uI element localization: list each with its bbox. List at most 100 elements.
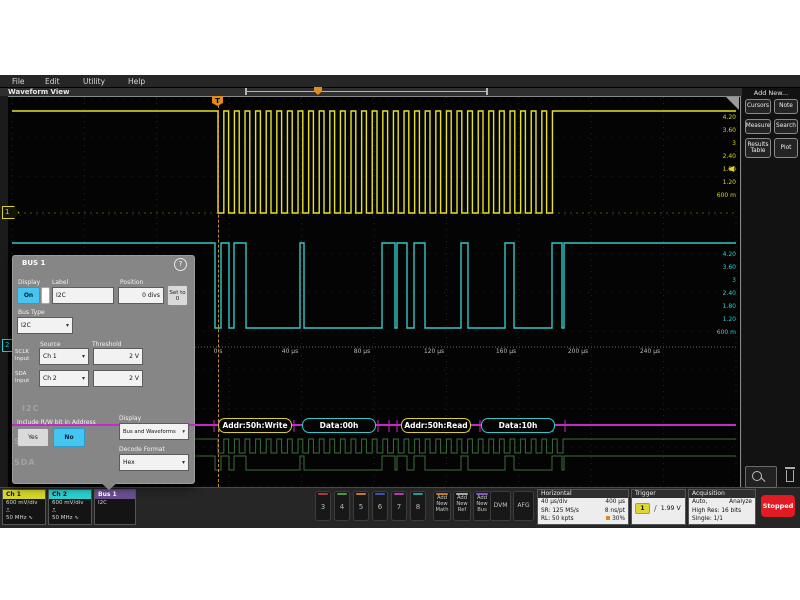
record-length: RL: 50 kpts — [541, 515, 574, 524]
slope-icon: ∕ — [654, 504, 657, 513]
menu-edit[interactable]: Edit — [45, 77, 60, 86]
ch1-badge[interactable]: Ch 1 600 mV/div ⎍ 50 MHz ∿ — [2, 489, 46, 525]
rw-no-button[interactable]: No — [53, 428, 85, 447]
dvm-button[interactable]: DVM — [490, 491, 511, 521]
time-label: 0 s — [200, 348, 236, 355]
add-new-title: Add New... — [742, 89, 800, 97]
display-toggle-knob[interactable] — [41, 287, 50, 304]
trigger-title: Trigger — [632, 490, 685, 498]
sda-input-label: SDA Input — [15, 371, 37, 385]
sclk-source-dropdown[interactable]: Ch 1 ▾ — [39, 348, 89, 365]
cursors-button[interactable]: Cursors — [745, 99, 771, 114]
note-button[interactable]: Note — [774, 99, 798, 114]
ch1-scale-value: 2.40 — [710, 153, 736, 160]
help-icon[interactable]: ? — [174, 258, 187, 271]
trigger-source-badge: 1 — [635, 503, 650, 514]
sda-source-dropdown[interactable]: Ch 2 ▾ — [39, 370, 89, 387]
set-to-zero-button[interactable]: Set to 0 — [167, 285, 188, 306]
ch2-scale-value: 4.20 — [710, 251, 736, 258]
trash-button[interactable] — [783, 466, 797, 486]
trigger-level: 1.99 V — [661, 505, 681, 512]
minimap-right-bracket[interactable] — [486, 88, 488, 95]
bus-label-input[interactable]: I2C — [52, 287, 114, 304]
ch5-button[interactable]: 5 — [353, 491, 369, 521]
horizontal-title: Horizontal — [538, 490, 628, 498]
plot-button[interactable]: Plot — [774, 138, 798, 158]
add-new-ref-button[interactable]: Add New Ref — [453, 491, 471, 521]
acq-single: Single: 1/1 — [692, 515, 723, 524]
ch8-button[interactable]: 8 — [410, 491, 426, 521]
add-new-math-button[interactable]: Add New Math — [433, 491, 451, 521]
ch1-bandwidth: 50 MHz — [6, 515, 27, 521]
measure-button[interactable]: Measure — [745, 119, 771, 134]
horizontal-panel[interactable]: Horizontal 40 µs/div400 µs SR: 125 MS/s8… — [537, 489, 629, 525]
minimap-left-bracket[interactable] — [245, 88, 247, 95]
ch2-scale-value: 600 m — [710, 329, 736, 336]
trash-lid-icon — [785, 467, 795, 469]
sclk-source-value: Ch 1 — [43, 353, 57, 360]
run-stop-button[interactable]: Stopped — [761, 495, 795, 517]
coupling-icon: ⎍ — [52, 508, 88, 516]
zoom-select-button[interactable] — [745, 466, 777, 488]
ch2-badge-title: Ch 2 — [49, 490, 91, 499]
ch6-button[interactable]: 6 — [372, 491, 388, 521]
bus1-badge[interactable]: Bus 1 I2C — [94, 489, 136, 525]
display-mode-dropdown[interactable]: Bus and Waveforms ▾ — [119, 423, 189, 440]
sda-ghost-label: SDA — [14, 458, 36, 467]
menu-utility[interactable]: Utility — [83, 77, 105, 86]
ch4-button[interactable]: 4 — [334, 491, 350, 521]
display-mode-label: Display — [119, 415, 141, 422]
sclk-threshold-input[interactable]: 2 V — [93, 348, 143, 365]
decode-format-value: Hex — [123, 459, 135, 466]
ch1-badge-title: Ch 1 — [3, 490, 45, 499]
ch3-button[interactable]: 3 — [315, 491, 331, 521]
dialog-title: BUS 1 — [22, 259, 45, 267]
ch7-button[interactable]: 7 — [391, 491, 407, 521]
record-length-pct: 30% — [612, 516, 625, 522]
bus-decode-data-10[interactable]: Data:10h — [481, 418, 555, 433]
display-mode-value: Bus and Waveforms — [123, 429, 176, 435]
ch1-scale-value: 3 — [710, 140, 736, 147]
trigger-level-arrow-icon[interactable]: ◀ — [728, 164, 734, 173]
sclk-ghost-label: SCLK — [14, 437, 41, 446]
bus-decode-address-read[interactable]: Addr:50h:Read — [401, 418, 471, 433]
position-input[interactable]: 0 divs — [118, 287, 164, 304]
search-button[interactable]: Search — [774, 119, 798, 134]
add-new-bus-button[interactable]: Add New Bus — [473, 491, 491, 521]
source-header: Source — [40, 341, 61, 348]
bus1-type: I2C — [98, 500, 132, 508]
acq-highres: High Res: 16 bits — [692, 507, 741, 516]
sample-rate: SR: 125 MS/s — [541, 507, 579, 516]
sclk-input-label: SCLK Input — [15, 349, 37, 363]
ch1-scale: 600 mV/div — [6, 500, 42, 508]
minimap-track[interactable] — [246, 91, 487, 92]
ch2-scale-value: 3 — [710, 277, 736, 284]
sda-threshold-input[interactable]: 2 V — [93, 370, 143, 387]
label-label: Label — [52, 279, 68, 286]
acquisition-panel[interactable]: Acquisition Auto,Analyze High Res: 16 bi… — [688, 489, 756, 525]
time-label: 40 µs — [272, 348, 308, 355]
position-label: Position — [120, 279, 143, 286]
menu-file[interactable]: File — [12, 77, 25, 86]
ch2-badge[interactable]: Ch 2 600 mV/div ⎍ 50 MHz ∿ — [48, 489, 92, 525]
menu-help[interactable]: Help — [128, 77, 145, 86]
decode-format-dropdown[interactable]: Hex ▾ — [119, 454, 189, 471]
trigger-panel[interactable]: Trigger 1 ∕ 1.99 V — [631, 489, 686, 525]
threshold-header: Threshold — [92, 341, 122, 348]
record-length-icon — [606, 516, 610, 520]
display-on-toggle[interactable]: On — [17, 287, 40, 304]
ch2-scale-value: 2.40 — [710, 290, 736, 297]
afg-button[interactable]: AFG — [513, 491, 534, 521]
sda-source-value: Ch 2 — [43, 375, 57, 382]
corner-resize-handle-icon[interactable] — [726, 97, 739, 110]
time-label: 120 µs — [416, 348, 452, 355]
results-table-button[interactable]: Results Table — [745, 138, 771, 158]
rw-bit-label: Include R/W bit in Address — [17, 419, 96, 426]
chevron-down-icon: ▾ — [66, 322, 69, 329]
bus-decode-data-00[interactable]: Data:00h — [302, 418, 376, 433]
coupling-icon: ⎍ — [6, 508, 42, 516]
chevron-down-icon: ▾ — [182, 429, 185, 435]
bus-decode-address-write[interactable]: Addr:50h:Write — [218, 418, 292, 433]
bus-type-dropdown[interactable]: I2C ▾ — [17, 317, 73, 334]
bus-type-value: I2C — [21, 322, 31, 329]
